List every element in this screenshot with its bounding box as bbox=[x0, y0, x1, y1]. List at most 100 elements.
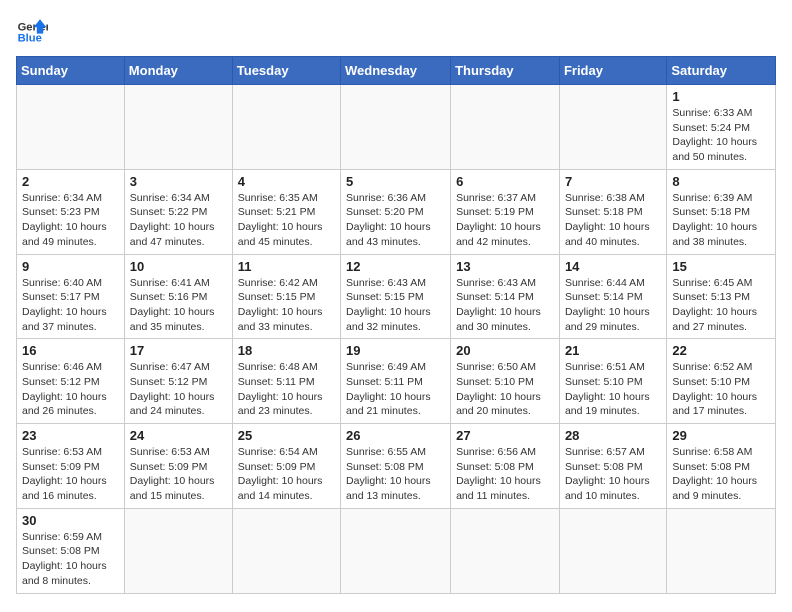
week-row-6: 30 Sunrise: 6:59 AM Sunset: 5:08 PM Dayli… bbox=[17, 508, 776, 593]
week-row-2: 2 Sunrise: 6:34 AM Sunset: 5:23 PM Daylig… bbox=[17, 169, 776, 254]
day-info: Sunrise: 6:38 AM Sunset: 5:18 PM Dayligh… bbox=[565, 191, 661, 250]
calendar-cell: 11Sunrise: 6:42 AM Sunset: 5:15 PM Dayli… bbox=[232, 254, 340, 339]
calendar-cell: 8 Sunrise: 6:39 AM Sunset: 5:18 PM Daylig… bbox=[667, 169, 776, 254]
calendar-cell: 17 Sunrise: 6:47 AM Sunset: 5:12 PM Dayli… bbox=[124, 339, 232, 424]
calendar-cell: 5 Sunrise: 6:36 AM Sunset: 5:20 PM Daylig… bbox=[341, 169, 451, 254]
calendar-cell: 25 Sunrise: 6:54 AM Sunset: 5:09 PM Dayli… bbox=[232, 424, 340, 509]
calendar-cell: 28 Sunrise: 6:57 AM Sunset: 5:08 PM Dayli… bbox=[559, 424, 666, 509]
day-info: Sunrise: 6:41 AM Sunset: 5:16 PM Dayligh… bbox=[130, 276, 227, 335]
page-header: General Blue bbox=[16, 16, 776, 48]
day-info: Sunrise: 6:53 AM Sunset: 5:09 PM Dayligh… bbox=[22, 445, 119, 504]
calendar-cell: 14Sunrise: 6:44 AM Sunset: 5:14 PM Dayli… bbox=[559, 254, 666, 339]
calendar-cell: 23 Sunrise: 6:53 AM Sunset: 5:09 PM Dayli… bbox=[17, 424, 125, 509]
day-info: Sunrise: 6:45 AM Sunset: 5:13 PM Dayligh… bbox=[672, 276, 770, 335]
day-number: 30 bbox=[22, 513, 119, 528]
calendar-cell: 19Sunrise: 6:49 AM Sunset: 5:11 PM Dayli… bbox=[341, 339, 451, 424]
day-number: 20 bbox=[456, 343, 554, 358]
calendar-cell: 30 Sunrise: 6:59 AM Sunset: 5:08 PM Dayli… bbox=[17, 508, 125, 593]
day-info: Sunrise: 6:40 AM Sunset: 5:17 PM Dayligh… bbox=[22, 276, 119, 335]
day-info: Sunrise: 6:51 AM Sunset: 5:10 PM Dayligh… bbox=[565, 360, 661, 419]
day-info: Sunrise: 6:43 AM Sunset: 5:14 PM Dayligh… bbox=[456, 276, 554, 335]
day-number: 13 bbox=[456, 259, 554, 274]
calendar-cell: 29 Sunrise: 6:58 AM Sunset: 5:08 PM Dayli… bbox=[667, 424, 776, 509]
day-info: Sunrise: 6:56 AM Sunset: 5:08 PM Dayligh… bbox=[456, 445, 554, 504]
day-number: 24 bbox=[130, 428, 227, 443]
day-number: 1 bbox=[672, 89, 770, 104]
day-number: 21 bbox=[565, 343, 661, 358]
day-number: 5 bbox=[346, 174, 445, 189]
day-number: 9 bbox=[22, 259, 119, 274]
day-number: 23 bbox=[22, 428, 119, 443]
day-number: 6 bbox=[456, 174, 554, 189]
day-info: Sunrise: 6:58 AM Sunset: 5:08 PM Dayligh… bbox=[672, 445, 770, 504]
calendar-cell bbox=[232, 508, 340, 593]
week-row-5: 23 Sunrise: 6:53 AM Sunset: 5:09 PM Dayli… bbox=[17, 424, 776, 509]
calendar-cell: 13 Sunrise: 6:43 AM Sunset: 5:14 PM Dayli… bbox=[451, 254, 560, 339]
calendar-cell: 15 Sunrise: 6:45 AM Sunset: 5:13 PM Dayli… bbox=[667, 254, 776, 339]
day-info: Sunrise: 6:52 AM Sunset: 5:10 PM Dayligh… bbox=[672, 360, 770, 419]
days-header-row: SundayMondayTuesdayWednesdayThursdayFrid… bbox=[17, 57, 776, 85]
calendar-cell: 7 Sunrise: 6:38 AM Sunset: 5:18 PM Daylig… bbox=[559, 169, 666, 254]
week-row-3: 9 Sunrise: 6:40 AM Sunset: 5:17 PM Daylig… bbox=[17, 254, 776, 339]
day-info: Sunrise: 6:33 AM Sunset: 5:24 PM Dayligh… bbox=[672, 106, 770, 165]
calendar-cell bbox=[124, 85, 232, 170]
calendar-cell bbox=[341, 508, 451, 593]
logo: General Blue bbox=[16, 16, 48, 48]
svg-text:General: General bbox=[18, 21, 48, 33]
day-number: 17 bbox=[130, 343, 227, 358]
day-info: Sunrise: 6:39 AM Sunset: 5:18 PM Dayligh… bbox=[672, 191, 770, 250]
day-header-wednesday: Wednesday bbox=[341, 57, 451, 85]
day-info: Sunrise: 6:46 AM Sunset: 5:12 PM Dayligh… bbox=[22, 360, 119, 419]
day-number: 7 bbox=[565, 174, 661, 189]
calendar-cell bbox=[232, 85, 340, 170]
calendar-cell: 18Sunrise: 6:48 AM Sunset: 5:11 PM Dayli… bbox=[232, 339, 340, 424]
day-number: 10 bbox=[130, 259, 227, 274]
day-info: Sunrise: 6:47 AM Sunset: 5:12 PM Dayligh… bbox=[130, 360, 227, 419]
day-info: Sunrise: 6:35 AM Sunset: 5:21 PM Dayligh… bbox=[238, 191, 335, 250]
week-row-4: 16Sunrise: 6:46 AM Sunset: 5:12 PM Dayli… bbox=[17, 339, 776, 424]
calendar-cell: 2 Sunrise: 6:34 AM Sunset: 5:23 PM Daylig… bbox=[17, 169, 125, 254]
calendar-cell bbox=[17, 85, 125, 170]
day-info: Sunrise: 6:57 AM Sunset: 5:08 PM Dayligh… bbox=[565, 445, 661, 504]
calendar-cell bbox=[667, 508, 776, 593]
day-header-friday: Friday bbox=[559, 57, 666, 85]
calendar-cell: 27Sunrise: 6:56 AM Sunset: 5:08 PM Dayli… bbox=[451, 424, 560, 509]
calendar-cell bbox=[451, 508, 560, 593]
day-number: 26 bbox=[346, 428, 445, 443]
day-header-monday: Monday bbox=[124, 57, 232, 85]
day-number: 8 bbox=[672, 174, 770, 189]
calendar-cell: 10 Sunrise: 6:41 AM Sunset: 5:16 PM Dayli… bbox=[124, 254, 232, 339]
calendar-cell: 9 Sunrise: 6:40 AM Sunset: 5:17 PM Daylig… bbox=[17, 254, 125, 339]
calendar-cell: 4Sunrise: 6:35 AM Sunset: 5:21 PM Daylig… bbox=[232, 169, 340, 254]
day-info: Sunrise: 6:34 AM Sunset: 5:23 PM Dayligh… bbox=[22, 191, 119, 250]
day-number: 28 bbox=[565, 428, 661, 443]
day-number: 15 bbox=[672, 259, 770, 274]
calendar-cell: 6 Sunrise: 6:37 AM Sunset: 5:19 PM Daylig… bbox=[451, 169, 560, 254]
day-number: 12 bbox=[346, 259, 445, 274]
day-info: Sunrise: 6:54 AM Sunset: 5:09 PM Dayligh… bbox=[238, 445, 335, 504]
calendar-cell bbox=[559, 508, 666, 593]
day-info: Sunrise: 6:37 AM Sunset: 5:19 PM Dayligh… bbox=[456, 191, 554, 250]
day-number: 2 bbox=[22, 174, 119, 189]
day-info: Sunrise: 6:59 AM Sunset: 5:08 PM Dayligh… bbox=[22, 530, 119, 589]
calendar-cell: 24Sunrise: 6:53 AM Sunset: 5:09 PM Dayli… bbox=[124, 424, 232, 509]
calendar-cell: 16Sunrise: 6:46 AM Sunset: 5:12 PM Dayli… bbox=[17, 339, 125, 424]
day-number: 22 bbox=[672, 343, 770, 358]
day-info: Sunrise: 6:55 AM Sunset: 5:08 PM Dayligh… bbox=[346, 445, 445, 504]
calendar-cell: 12Sunrise: 6:43 AM Sunset: 5:15 PM Dayli… bbox=[341, 254, 451, 339]
day-info: Sunrise: 6:44 AM Sunset: 5:14 PM Dayligh… bbox=[565, 276, 661, 335]
calendar-cell bbox=[341, 85, 451, 170]
day-info: Sunrise: 6:36 AM Sunset: 5:20 PM Dayligh… bbox=[346, 191, 445, 250]
day-info: Sunrise: 6:50 AM Sunset: 5:10 PM Dayligh… bbox=[456, 360, 554, 419]
calendar-table: SundayMondayTuesdayWednesdayThursdayFrid… bbox=[16, 56, 776, 594]
calendar-cell bbox=[124, 508, 232, 593]
day-number: 25 bbox=[238, 428, 335, 443]
day-header-tuesday: Tuesday bbox=[232, 57, 340, 85]
calendar-cell: 20 Sunrise: 6:50 AM Sunset: 5:10 PM Dayli… bbox=[451, 339, 560, 424]
day-header-thursday: Thursday bbox=[451, 57, 560, 85]
calendar-cell: 3 Sunrise: 6:34 AM Sunset: 5:22 PM Daylig… bbox=[124, 169, 232, 254]
day-info: Sunrise: 6:34 AM Sunset: 5:22 PM Dayligh… bbox=[130, 191, 227, 250]
calendar-cell: 22 Sunrise: 6:52 AM Sunset: 5:10 PM Dayli… bbox=[667, 339, 776, 424]
day-number: 29 bbox=[672, 428, 770, 443]
day-number: 3 bbox=[130, 174, 227, 189]
